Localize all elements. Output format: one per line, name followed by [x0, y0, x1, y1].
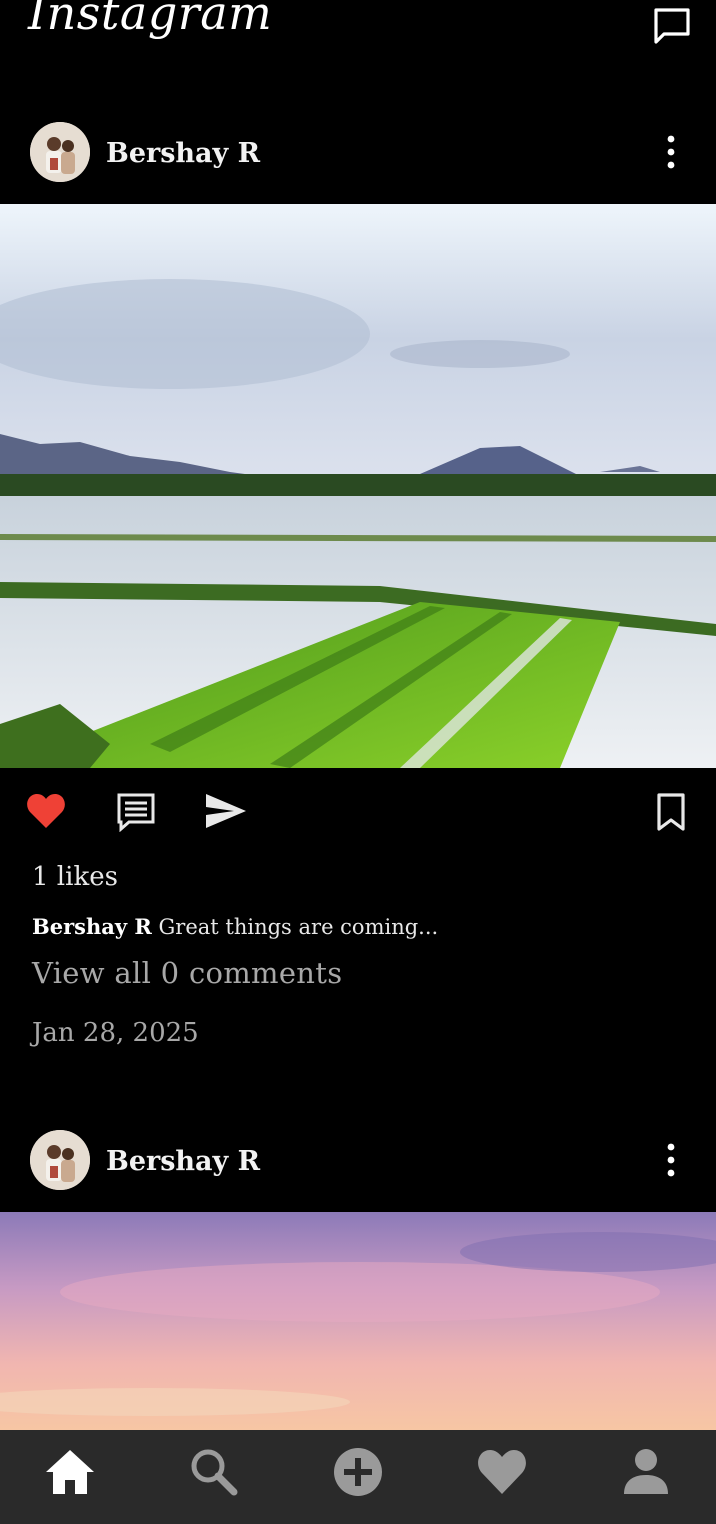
more-vertical-icon[interactable] — [660, 132, 682, 172]
avatar[interactable] — [30, 122, 90, 182]
view-comments-link[interactable]: View all 0 comments — [32, 956, 342, 990]
likes-count[interactable]: 1 likes — [32, 862, 118, 892]
post-username[interactable]: Bershay R — [106, 138, 260, 169]
send-icon[interactable] — [204, 792, 248, 830]
bookmark-icon[interactable] — [656, 792, 686, 832]
post-photo[interactable] — [0, 1212, 716, 1430]
person-icon[interactable] — [620, 1446, 672, 1498]
message-square-icon[interactable] — [652, 6, 692, 46]
avatar[interactable] — [30, 1130, 90, 1190]
bottom-navigation — [0, 1430, 716, 1524]
search-icon[interactable] — [188, 1446, 240, 1498]
post-photo[interactable] — [0, 204, 716, 768]
post-header: Bershay R — [0, 1118, 716, 1202]
home-icon[interactable] — [44, 1446, 96, 1498]
add-circle-icon[interactable] — [332, 1446, 384, 1498]
heart-icon[interactable] — [476, 1446, 528, 1498]
caption-text: Great things are coming... — [158, 915, 439, 939]
post-header: Bershay R — [0, 110, 716, 194]
caption-username[interactable]: Bershay R — [32, 914, 152, 939]
heart-filled-icon[interactable] — [26, 792, 66, 830]
post-caption: Bershay R Great things are coming... — [32, 914, 438, 939]
comment-icon[interactable] — [116, 792, 156, 832]
top-bar: Instagram — [0, 0, 716, 80]
more-vertical-icon[interactable] — [660, 1140, 682, 1180]
post-actions — [0, 768, 716, 858]
instagram-logo: Instagram — [28, 0, 273, 40]
post-date: Jan 28, 2025 — [32, 1018, 199, 1048]
post-username[interactable]: Bershay R — [106, 1146, 260, 1177]
